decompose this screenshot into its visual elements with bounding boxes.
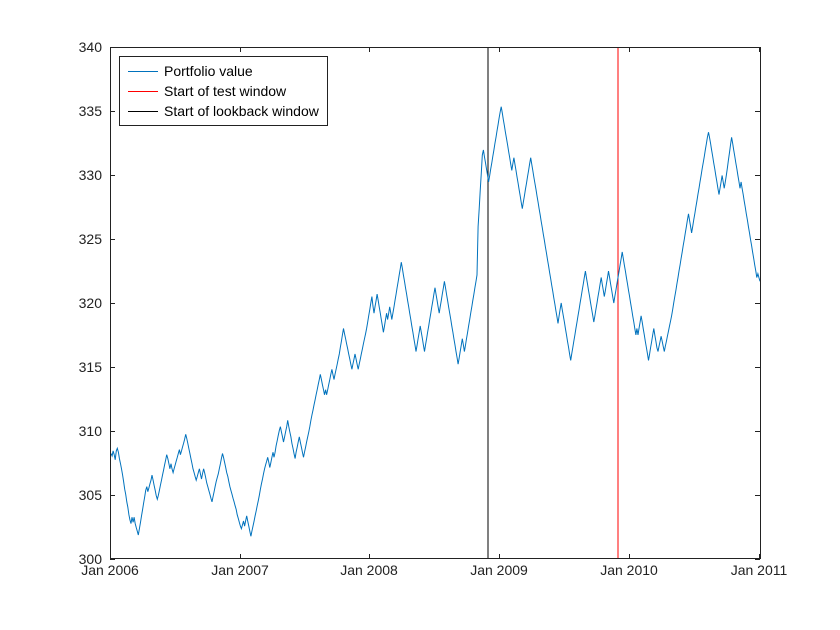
y-tick-label: 335 — [42, 103, 102, 119]
tick-mark — [755, 559, 760, 560]
tick-mark — [499, 554, 500, 559]
tick-mark — [755, 111, 760, 112]
x-tick-label: Jan 2006 — [81, 562, 139, 578]
tick-mark — [755, 495, 760, 496]
legend: Portfolio value Start of test window Sta… — [119, 56, 328, 126]
tick-mark — [755, 175, 760, 176]
y-tick-label: 315 — [42, 359, 102, 375]
y-tick-label: 330 — [42, 167, 102, 183]
tick-mark — [240, 554, 241, 559]
tick-mark — [755, 303, 760, 304]
legend-entry: Start of lookback window — [128, 101, 319, 121]
tick-mark — [110, 175, 115, 176]
tick-mark — [110, 367, 115, 368]
legend-swatch — [128, 91, 158, 92]
tick-mark — [110, 47, 111, 52]
x-tick-label: Jan 2008 — [340, 562, 398, 578]
y-tick-label: 340 — [42, 39, 102, 55]
tick-mark — [110, 559, 115, 560]
tick-mark — [755, 367, 760, 368]
legend-label: Portfolio value — [164, 63, 253, 79]
y-tick-label: 305 — [42, 487, 102, 503]
y-tick-label: 320 — [42, 295, 102, 311]
tick-mark — [240, 47, 241, 52]
tick-mark — [110, 239, 115, 240]
tick-mark — [110, 495, 115, 496]
tick-mark — [629, 554, 630, 559]
legend-entry: Start of test window — [128, 81, 319, 101]
x-tick-label: Jan 2007 — [211, 562, 269, 578]
legend-swatch — [128, 71, 158, 72]
legend-entry: Portfolio value — [128, 61, 319, 81]
legend-label: Start of lookback window — [164, 103, 319, 119]
tick-mark — [499, 47, 500, 52]
x-tick-label: Jan 2010 — [600, 562, 658, 578]
y-tick-label: 310 — [42, 423, 102, 439]
tick-mark — [755, 239, 760, 240]
tick-mark — [369, 47, 370, 52]
tick-mark — [629, 47, 630, 52]
tick-mark — [110, 554, 111, 559]
tick-mark — [110, 303, 115, 304]
legend-label: Start of test window — [164, 83, 286, 99]
tick-mark — [110, 431, 115, 432]
x-tick-label: Jan 2009 — [470, 562, 528, 578]
tick-mark — [755, 431, 760, 432]
tick-mark — [759, 554, 760, 559]
legend-swatch — [128, 111, 158, 112]
tick-mark — [759, 47, 760, 52]
tick-mark — [369, 554, 370, 559]
y-tick-label: 325 — [42, 231, 102, 247]
portfolio-line — [111, 107, 760, 537]
x-tick-label: Jan 2011 — [731, 562, 788, 578]
tick-mark — [110, 111, 115, 112]
